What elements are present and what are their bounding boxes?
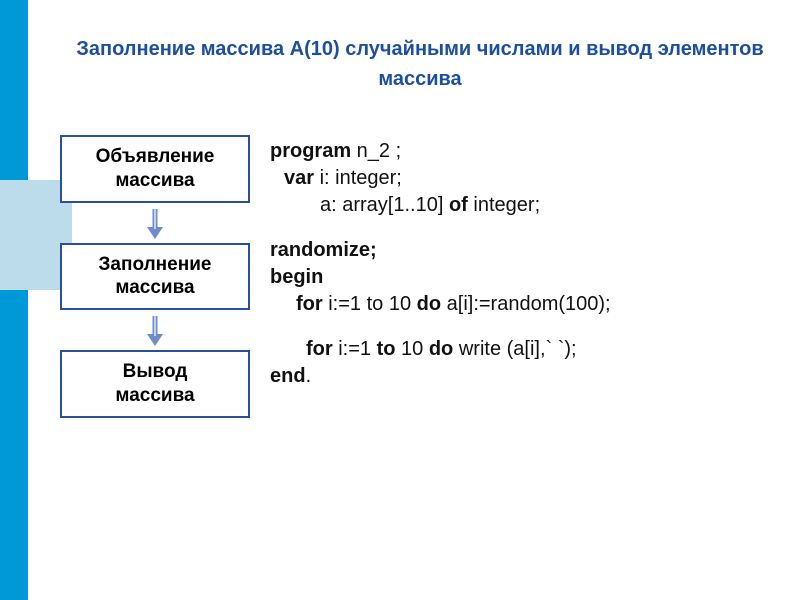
code-block-declare: program n_2 ; var i: integer; a: array[1…: [270, 138, 780, 219]
kw-for: for: [296, 293, 323, 315]
code-text: a: array[1..10]: [320, 194, 449, 216]
kw-do: do: [429, 338, 453, 360]
flow-box-line: Заполнение: [68, 253, 242, 277]
code-text: write (a[i],` `);: [453, 338, 576, 360]
kw-var: var: [284, 167, 314, 189]
code-line: program n_2 ;: [270, 138, 780, 165]
code-block-fill: randomize; begin for i:=1 to 10 do a[i]:…: [270, 237, 780, 318]
kw-for: for: [306, 338, 333, 360]
code-text: .: [306, 365, 312, 387]
flow-box-line: массива: [68, 276, 242, 300]
kw-of: of: [449, 194, 468, 216]
code-line: randomize;: [270, 237, 780, 264]
code-text: i:=1 to 10: [323, 293, 417, 315]
kw-do: do: [417, 293, 441, 315]
flow-column: Объявление массива Заполнение массива Вы…: [60, 135, 250, 418]
kw-program: program: [270, 140, 351, 162]
code-line: for i:=1 to 10 do write (a[i],` `);: [270, 336, 780, 363]
flow-box-output: Вывод массива: [60, 350, 250, 418]
code-text: integer;: [468, 194, 540, 216]
code-block-output: for i:=1 to 10 do write (a[i],` `); end.: [270, 336, 780, 390]
kw-end: end: [270, 365, 306, 387]
slide-title: Заполнение массива A(10) случайными числ…: [60, 34, 780, 94]
flow-box-line: массива: [68, 169, 242, 193]
sidebar-accent: [0, 0, 28, 600]
code-line: a: array[1..10] of integer;: [270, 192, 780, 219]
flow-box-line: Объявление: [68, 145, 242, 169]
flow-box-fill: Заполнение массива: [60, 243, 250, 311]
code-text: i:=1: [333, 338, 377, 360]
code-text: n_2 ;: [351, 140, 401, 162]
flow-box-line: Вывод: [68, 360, 242, 384]
code-line: begin: [270, 264, 780, 291]
code-listing: program n_2 ; var i: integer; a: array[1…: [270, 138, 780, 408]
flow-box-declare: Объявление массива: [60, 135, 250, 203]
kw-to: to: [377, 338, 396, 360]
code-line: var i: integer;: [270, 165, 780, 192]
code-line: end.: [270, 363, 780, 390]
arrow-down-icon: [60, 310, 250, 350]
flow-box-line: массива: [68, 384, 242, 408]
code-text: a[i]:=random(100);: [441, 293, 611, 315]
arrow-down-icon: [60, 203, 250, 243]
code-line: for i:=1 to 10 do a[i]:=random(100);: [270, 291, 780, 318]
code-text: i: integer;: [314, 167, 402, 189]
code-text: 10: [395, 338, 428, 360]
